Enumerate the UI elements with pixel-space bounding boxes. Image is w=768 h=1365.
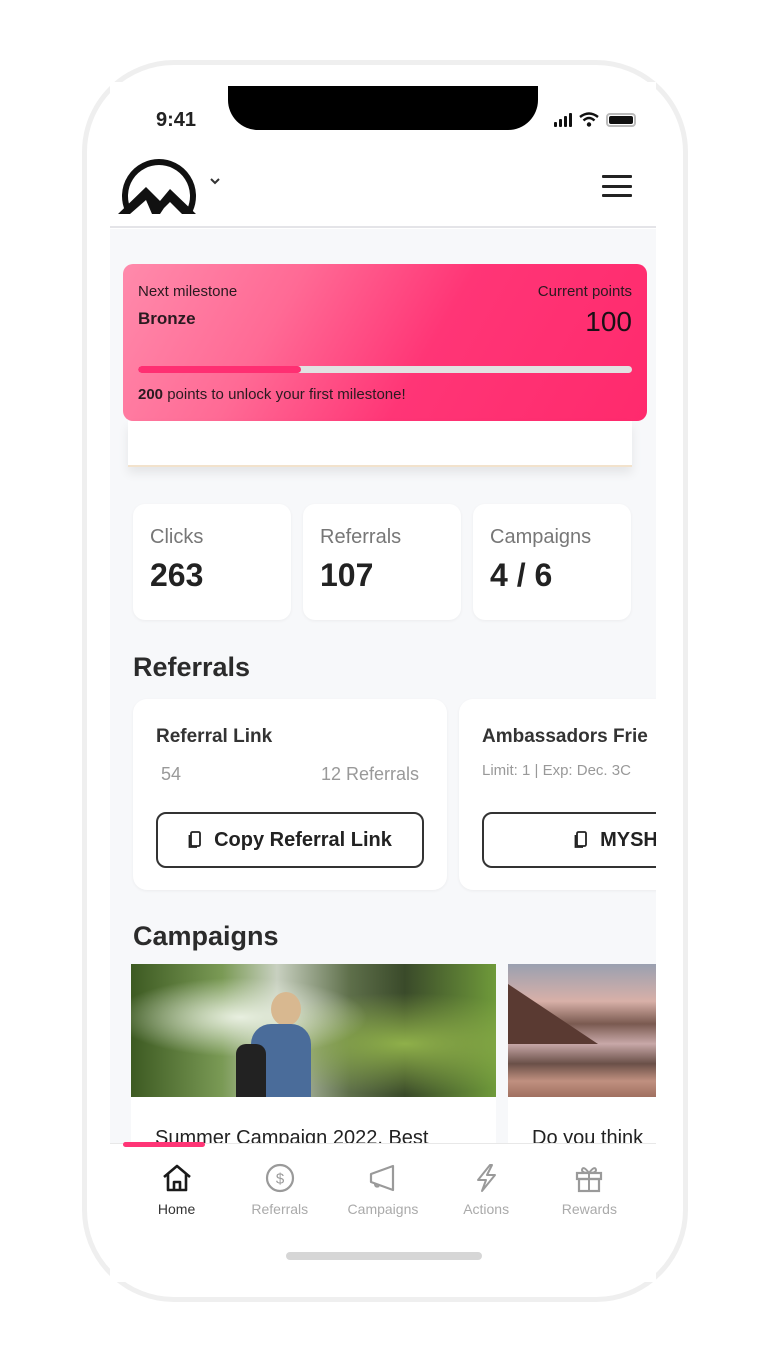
nav-label: Home [157, 1201, 196, 1217]
nav-item-home[interactable]: Home [132, 1162, 222, 1217]
nav-label: Actions [463, 1201, 510, 1217]
stat-label: Referrals [320, 526, 402, 548]
lightning-icon [477, 1164, 497, 1192]
milestone-progress-bar [138, 366, 632, 373]
hiker-head [271, 992, 301, 1026]
stat-value: 4 / 6 [490, 557, 553, 593]
milestone-note: 200 points to unlock your first mileston… [138, 386, 406, 403]
wifi-icon [579, 112, 599, 127]
referral-card-meta: 54 12 Referrals [156, 764, 424, 785]
stats-row: Clicks 263 Referrals 107 Campaigns 4 / 6 [133, 504, 631, 620]
current-points-label: Current points [537, 283, 632, 300]
main-content: Next milestone Bronze Current points 100… [110, 229, 656, 1144]
stat-campaigns: Campaigns 4 / 6 [473, 504, 631, 620]
next-milestone-label: Next milestone [138, 283, 238, 300]
chevron-down-icon[interactable] [208, 174, 222, 188]
mountain-logo[interactable] [116, 152, 200, 218]
megaphone-icon [369, 1164, 395, 1192]
referral-card-title: Referral Link [156, 726, 273, 747]
milestone-note-points: 200 [138, 386, 164, 403]
nav-item-referrals[interactable]: $ Referrals [235, 1162, 325, 1217]
referral-card-meta: Limit: 1 | Exp: Dec. 3C [482, 762, 631, 779]
referral-card-title: Ambassadors Frie [482, 726, 648, 747]
campaign-title: Summer Campaign 2022. Best [155, 1127, 429, 1144]
hiker-in-forest-photo [131, 964, 496, 1097]
milestone-progress-fill [138, 366, 302, 373]
stat-label: Campaigns [490, 526, 592, 548]
stat-referrals: Referrals 107 [303, 504, 461, 620]
campaigns-section-title: Campaigns [133, 921, 279, 951]
copy-referral-link-label: Copy Referral Link [214, 828, 392, 851]
battery-icon [606, 112, 636, 127]
stat-clicks: Clicks 263 [133, 504, 291, 620]
stat-value: 107 [320, 557, 374, 593]
hamburger-menu-button[interactable] [602, 175, 632, 197]
status-icons [554, 112, 636, 127]
hiker-backpack [236, 1044, 266, 1097]
stat-label: Clicks [150, 526, 204, 548]
active-tab-indicator [123, 1142, 205, 1147]
current-points-value: 100 [585, 306, 632, 337]
next-milestone-name: Bronze [138, 309, 196, 328]
nav-item-rewards[interactable]: Rewards [544, 1162, 634, 1217]
referral-count: 12 Referrals [320, 764, 419, 784]
home-icon [162, 1164, 191, 1192]
bottom-nav: Home $ Referrals Campaigns Actions Rewar… [110, 1142, 656, 1282]
referrals-section-title: Referrals [133, 652, 251, 682]
svg-text:$: $ [276, 1171, 285, 1188]
campaign-title: Do you think [532, 1127, 644, 1144]
referral-card: Ambassadors Frie Limit: 1 | Exp: Dec. 3C… [459, 699, 656, 890]
nav-item-campaigns[interactable]: Campaigns [338, 1162, 428, 1217]
home-indicator[interactable] [286, 1252, 482, 1260]
campaign-cards-carousel[interactable]: Summer Campaign 2022. Best Do you think [131, 964, 656, 1144]
copy-referral-link-button[interactable]: Copy Referral Link [156, 812, 424, 868]
copy-code-button[interactable]: MYSH [482, 812, 656, 868]
copy-icon [574, 831, 587, 848]
referral-cards-carousel[interactable]: Referral Link 54 12 Referrals Copy Refer… [133, 699, 656, 890]
nav-label: Campaigns [347, 1201, 419, 1217]
referral-clicks: 54 [161, 764, 182, 784]
mountain-lake-sunset-photo [508, 964, 656, 1097]
stat-value: 263 [150, 557, 204, 593]
campaign-card[interactable]: Summer Campaign 2022. Best [131, 964, 496, 1144]
mountain-slope [508, 984, 598, 1044]
app-header [110, 146, 656, 228]
phone-screen: 9:41 Next milestone Bronze Current point… [110, 82, 656, 1282]
notch [228, 86, 538, 130]
milestone-card: Next milestone Bronze Current points 100… [123, 264, 647, 421]
milestone-card-underlay [128, 421, 632, 467]
dollar-circle-icon: $ [265, 1163, 294, 1193]
referral-card: Referral Link 54 12 Referrals Copy Refer… [133, 699, 447, 890]
milestone-note-text: points to unlock your first milestone! [163, 386, 406, 403]
nav-item-actions[interactable]: Actions [441, 1162, 531, 1217]
copy-icon [188, 831, 201, 848]
campaign-card[interactable]: Do you think [508, 964, 656, 1144]
copy-code-label: MYSH [600, 828, 656, 851]
nav-label: Rewards [561, 1201, 617, 1217]
signal-icon [554, 112, 572, 127]
nav-label: Referrals [251, 1201, 309, 1217]
status-time: 9:41 [156, 109, 197, 131]
gift-icon [576, 1167, 603, 1193]
